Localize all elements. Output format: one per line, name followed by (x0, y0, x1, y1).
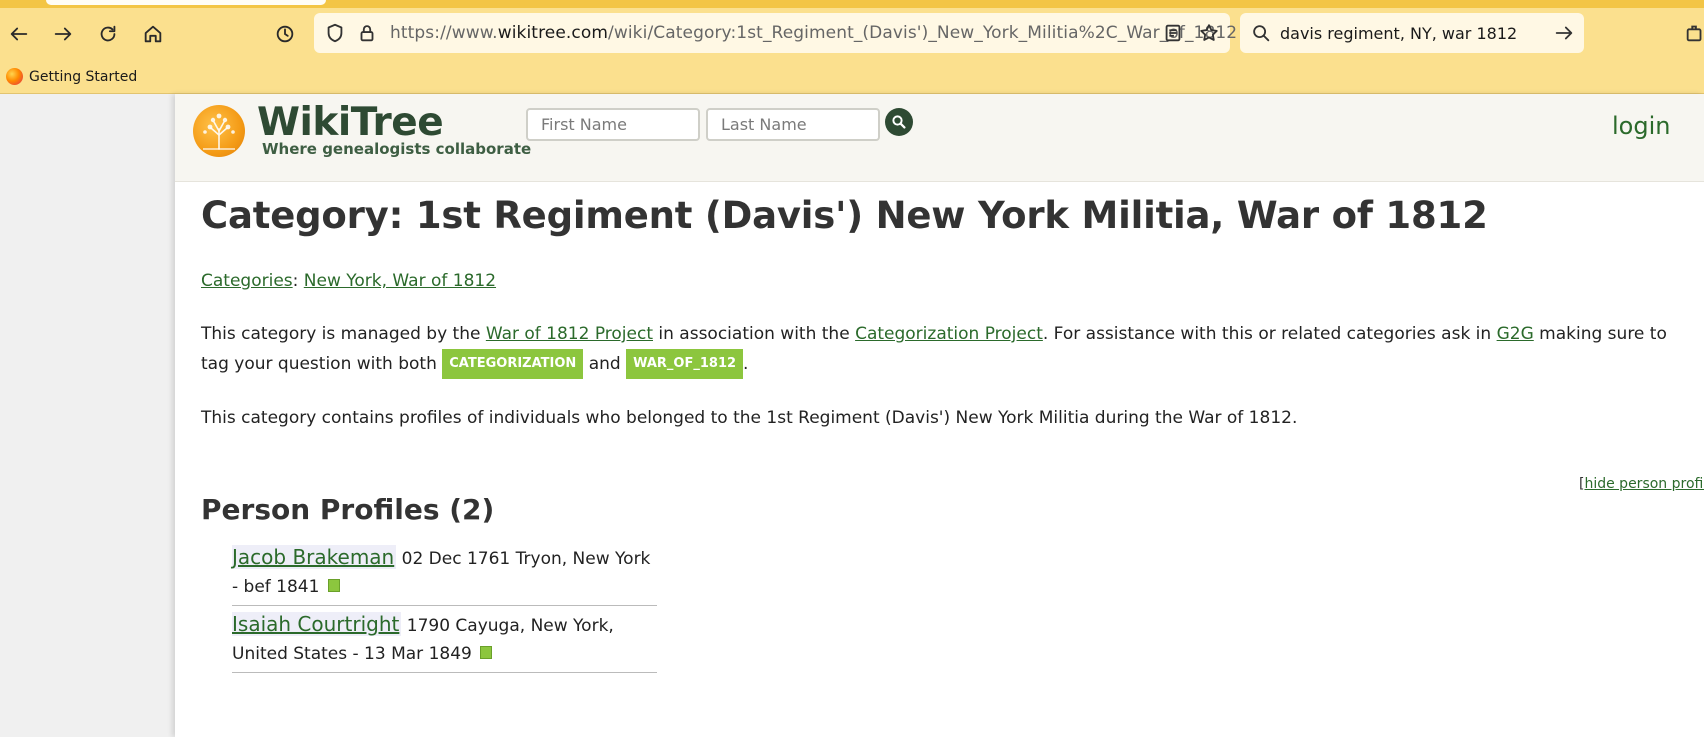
notice-text-6: . (743, 354, 749, 374)
categorization-tag[interactable]: CATEGORIZATION (442, 349, 584, 379)
management-notice: This category is managed by the War of 1… (201, 320, 1691, 379)
url-text[interactable]: https://www.wikitree.com/wiki/Category:1… (390, 23, 1237, 43)
back-arrow-icon[interactable] (3, 18, 35, 50)
magnifier-icon (892, 115, 906, 129)
firefox-logo-icon (6, 68, 23, 85)
go-arrow-icon[interactable] (1553, 22, 1575, 44)
home-icon[interactable] (137, 18, 169, 50)
person-profile-list: Jacob Brakeman 02 Dec 1761 Tryon, New Yo… (232, 539, 657, 673)
person-search-button[interactable] (885, 108, 913, 136)
main-content: Category: 1st Regiment (Davis') New York… (201, 194, 1704, 673)
first-name-input[interactable] (526, 108, 700, 141)
notice-text-3: . For assistance with this or related ca… (1042, 324, 1497, 344)
breadcrumb-categories-link[interactable]: Categories (201, 271, 293, 291)
site-logo-name[interactable]: WikiTree (257, 100, 444, 145)
browser-toolbar: https://www.wikitree.com/wiki/Category:1… (0, 0, 1704, 62)
breadcrumb: Categories: New York, War of 1812 (201, 271, 496, 291)
person-profiles-heading: Person Profiles (2) (201, 493, 495, 526)
active-tab[interactable] (46, 0, 326, 5)
web-search-bar[interactable]: davis regiment, NY, war 1812 (1240, 13, 1584, 53)
profile-name-link[interactable]: Jacob Brakeman (232, 545, 397, 569)
page-title: Category: 1st Regiment (Davis') New York… (201, 194, 1488, 237)
extension-icon[interactable] (1684, 22, 1704, 44)
bookmark-getting-started[interactable]: Getting Started (6, 68, 137, 85)
reload-icon[interactable] (92, 18, 124, 50)
last-name-input[interactable] (706, 108, 880, 141)
notice-text-5: and (583, 354, 627, 374)
bookmark-star-icon[interactable] (1198, 22, 1220, 44)
search-icon (1253, 25, 1270, 42)
list-item: Isaiah Courtright 1790 Cayuga, New York,… (232, 606, 657, 673)
war-of-1812-tag[interactable]: WAR_OF_1812 (626, 349, 744, 379)
sticker-icon (480, 645, 493, 659)
category-description: This category contains profiles of indiv… (201, 408, 1298, 428)
lock-icon[interactable] (356, 22, 378, 44)
shield-icon[interactable] (324, 22, 346, 44)
bookmarks-toolbar: Getting Started (0, 62, 1704, 94)
breadcrumb-separator: : (292, 271, 299, 291)
list-item: Jacob Brakeman 02 Dec 1761 Tryon, New Yo… (232, 539, 657, 606)
site-tagline: Where genealogists collaborate (262, 140, 532, 158)
url-path: /wiki/Category:1st_Regiment_(Davis')_New… (608, 23, 1238, 43)
g2g-link[interactable]: G2G (1497, 324, 1534, 344)
bookmark-label: Getting Started (29, 68, 138, 85)
url-prefix: https://www. (390, 23, 498, 43)
web-search-query[interactable]: davis regiment, NY, war 1812 (1280, 24, 1517, 43)
history-icon[interactable] (269, 18, 301, 50)
sticker-icon (327, 578, 340, 592)
war-of-1812-project-link[interactable]: War of 1812 Project (486, 324, 653, 344)
url-domain: wikitree.com (497, 23, 609, 43)
site-header: WikiTree Where genealogists collaborate … (175, 94, 1704, 182)
url-bar[interactable]: https://www.wikitree.com/wiki/Category:1… (314, 13, 1237, 53)
breadcrumb-parent-link[interactable]: New York, War of 1812 (304, 271, 496, 291)
hide-profiles-toggle: [hide person profiles] (1579, 476, 1704, 492)
notice-text-2: in association with the (653, 324, 856, 344)
login-link[interactable]: login (1612, 112, 1670, 140)
forward-arrow-icon[interactable] (47, 18, 79, 50)
web-page: WikiTree Where genealogists collaborate … (175, 94, 1704, 737)
hide-person-profiles-link[interactable]: hide person profiles (1584, 476, 1704, 492)
profile-name-link[interactable]: Isaiah Courtright (232, 612, 402, 636)
wikitree-logo-icon[interactable] (193, 105, 245, 157)
notice-text-1: This category is managed by the (201, 324, 486, 344)
categorization-project-link[interactable]: Categorization Project (855, 324, 1043, 344)
reader-view-icon[interactable] (1162, 22, 1184, 44)
